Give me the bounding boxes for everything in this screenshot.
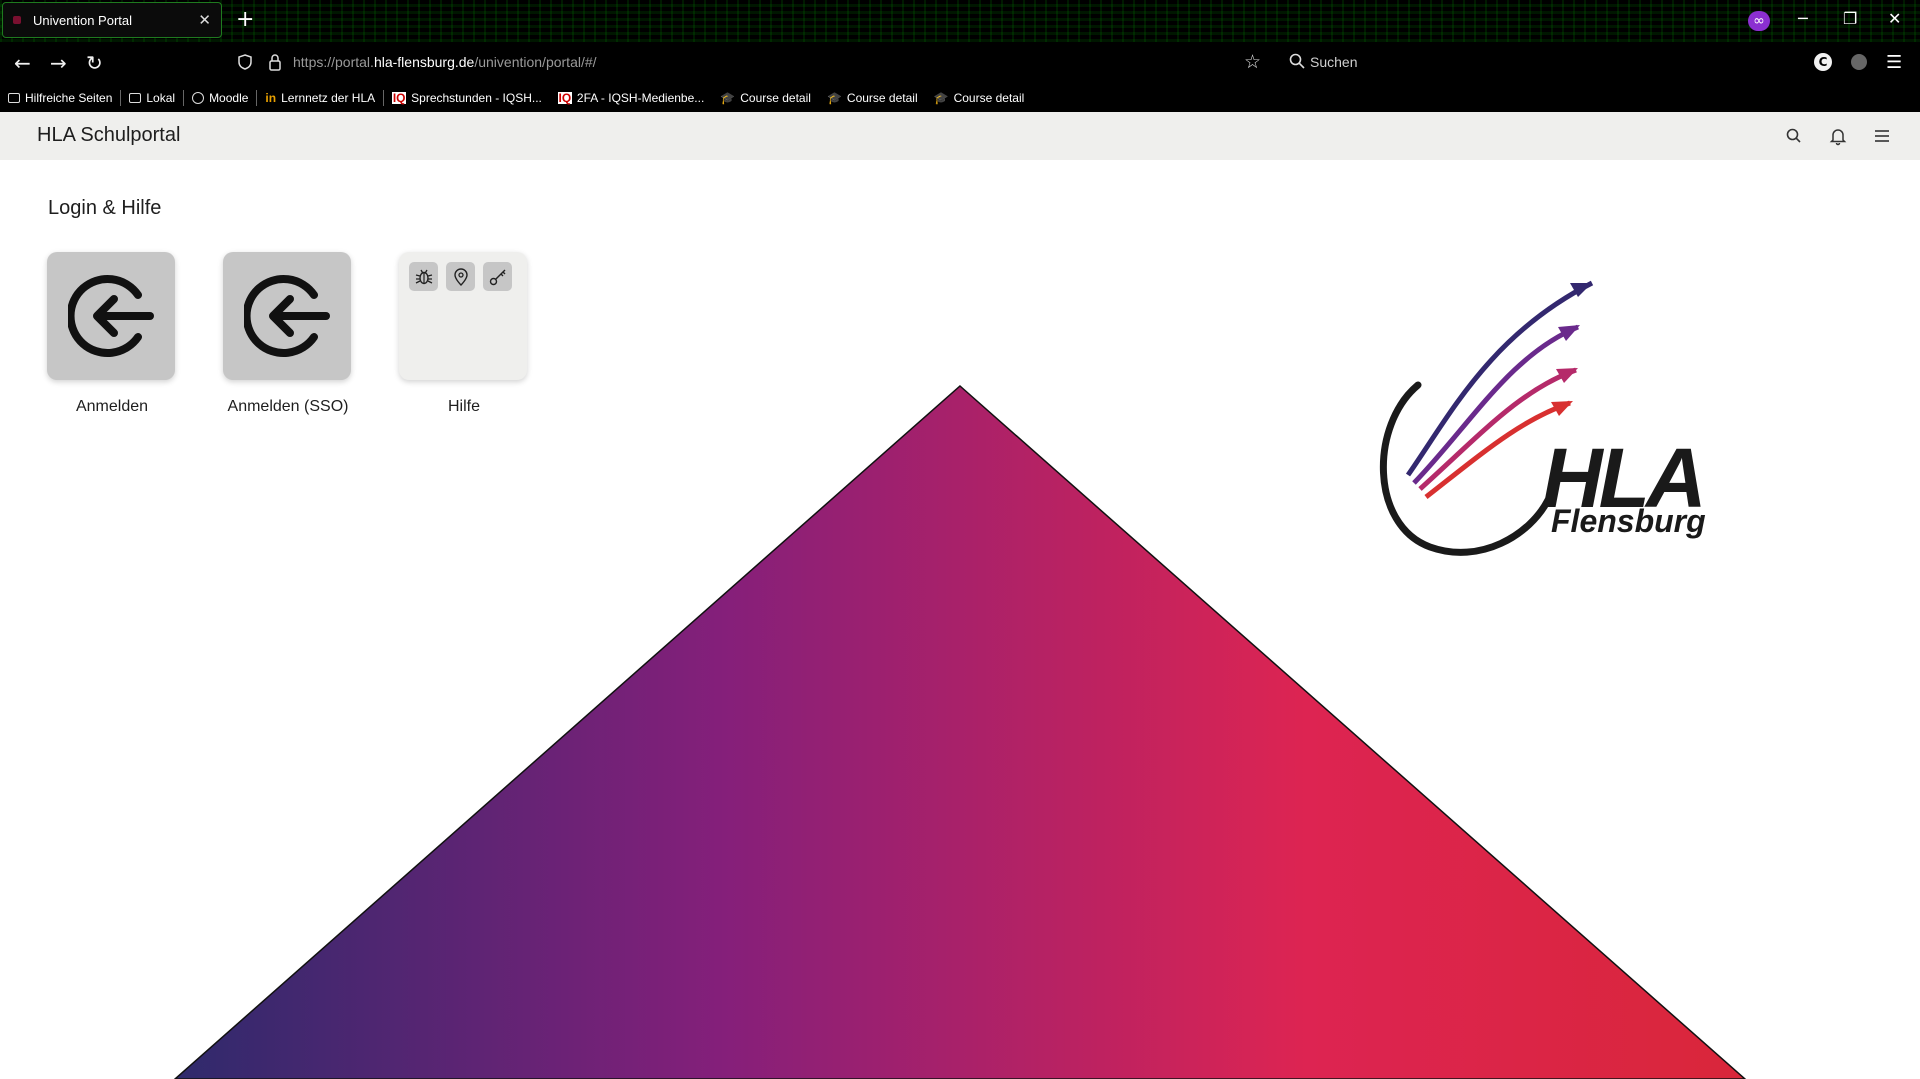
login-arrow-icon — [68, 275, 154, 357]
tile-anmelden-sso[interactable]: Anmelden (SSO) — [223, 252, 353, 416]
search-icon[interactable] — [1784, 126, 1804, 146]
tile-label: Hilfe — [447, 398, 480, 415]
menu-icon[interactable] — [1872, 126, 1892, 146]
bug-icon — [409, 262, 438, 291]
logo-text-flensburg: Flensburg — [1551, 503, 1706, 539]
key-icon — [483, 262, 512, 291]
tile-anmelden[interactable]: Anmelden — [47, 252, 177, 416]
portal-title[interactable]: HLA Schulportal — [37, 124, 180, 147]
tile-icon-box — [223, 252, 351, 380]
login-arrow-icon — [244, 275, 330, 357]
tile-hilfe[interactable]: Hilfe — [399, 252, 529, 416]
portal-header: HLA Schulportal — [0, 112, 1920, 160]
section-title: Login & Hilfe — [48, 197, 162, 219]
tile-icon-box — [47, 252, 175, 380]
tile-label: Anmelden (SSO) — [227, 398, 349, 415]
folder-tile — [399, 252, 527, 380]
location-pin-icon — [446, 262, 475, 291]
tile-label: Anmelden — [75, 398, 149, 415]
bell-icon[interactable] — [1828, 126, 1848, 146]
